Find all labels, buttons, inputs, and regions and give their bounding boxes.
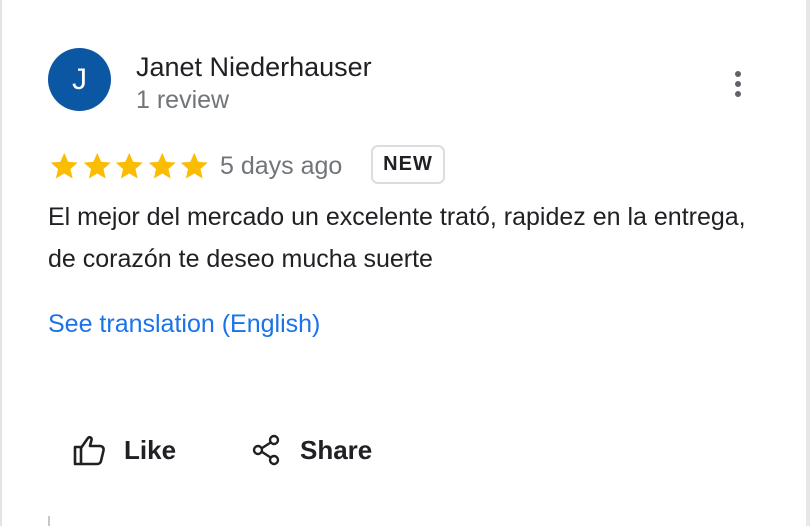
like-label: Like xyxy=(124,434,177,465)
star-icon xyxy=(83,152,111,179)
share-label: Share xyxy=(300,434,373,465)
review-text: El mejor del mercado un excelente trató,… xyxy=(48,203,746,273)
review-card: J Janet Niederhauser 1 review 5 days ago… xyxy=(0,0,810,526)
star-rating xyxy=(48,151,211,181)
thumbs-up-icon xyxy=(73,436,105,466)
share-icon xyxy=(252,434,280,466)
right-border xyxy=(806,0,810,526)
next-review-divider xyxy=(48,516,50,526)
star-icon xyxy=(50,152,78,179)
star-icon xyxy=(180,152,208,179)
review-date: 5 days ago xyxy=(220,152,343,180)
share-button[interactable]: Share xyxy=(250,424,372,476)
avatar[interactable]: J xyxy=(48,48,111,111)
left-border xyxy=(0,0,2,526)
see-translation-link[interactable]: See translation (English) xyxy=(48,310,320,339)
reviewer-name[interactable]: Janet Niederhauser xyxy=(136,52,372,83)
new-badge: NEW xyxy=(371,145,445,184)
star-icon xyxy=(148,152,176,179)
review-count[interactable]: 1 review xyxy=(136,86,229,115)
more-vertical-icon xyxy=(735,71,741,97)
star-icon xyxy=(115,152,143,179)
more-options-button[interactable] xyxy=(722,66,754,102)
like-button[interactable]: Like xyxy=(72,424,176,476)
